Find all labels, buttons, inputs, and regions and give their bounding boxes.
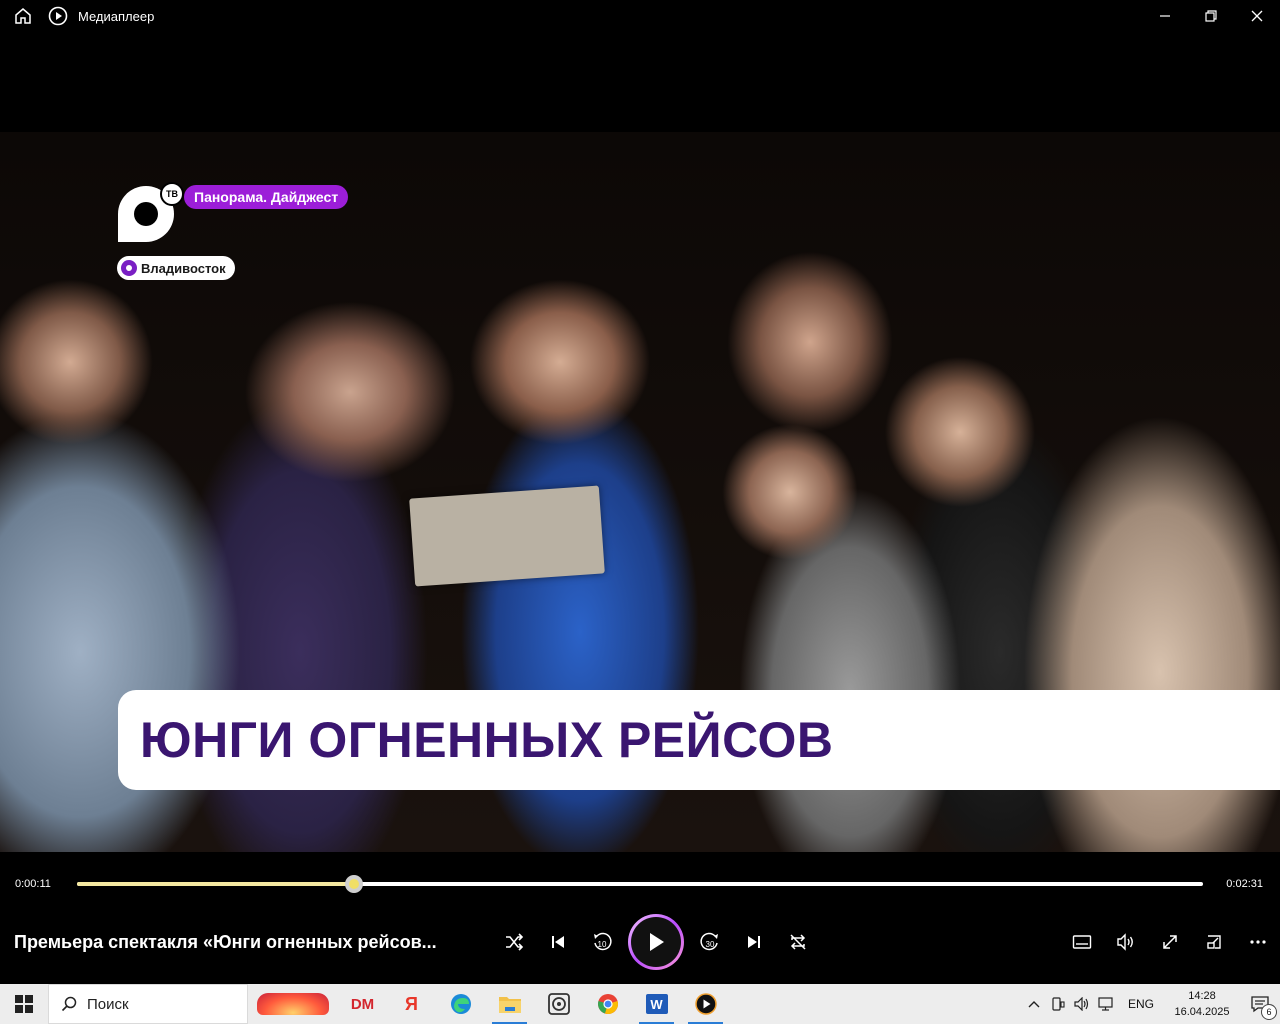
volume-icon: [1117, 933, 1133, 951]
taskbar-app-explorer[interactable]: [485, 984, 534, 1024]
repeat-off-button[interactable]: [776, 920, 820, 964]
location-tag: Владивосток: [117, 256, 235, 280]
taskbar: Поиск DM Я W ENG 14:28 16.04.2025 6: [0, 984, 1280, 1024]
chrome-icon: [597, 994, 618, 1014]
skip-forward-icon: 30: [700, 932, 718, 951]
clock-time: 14:28: [1188, 990, 1216, 1002]
fullscreen-icon: [1163, 935, 1177, 949]
headline-banner: ЮНГИ ОГНЕННЫХ РЕЙСОВ: [118, 690, 1280, 790]
next-button[interactable]: [732, 920, 776, 964]
taskbar-search[interactable]: Поиск: [48, 984, 248, 1024]
dm-app-icon: DM: [350, 995, 375, 1013]
title-bar: Медиаплеер: [0, 0, 1280, 32]
taskbar-app-media-viewer[interactable]: [534, 984, 583, 1024]
svg-text:10: 10: [598, 940, 607, 949]
repeat-off-icon: [790, 934, 806, 950]
network-icon: [1098, 997, 1113, 1011]
minimize-icon: [1160, 15, 1170, 17]
system-tray: ENG 14:28 16.04.2025 6: [1022, 984, 1280, 1024]
search-highlight-icon[interactable]: [248, 984, 338, 1024]
skip-back-icon: 10: [594, 932, 612, 951]
notifications-button[interactable]: 6: [1240, 984, 1280, 1024]
taskbar-app-chrome[interactable]: [583, 984, 632, 1024]
channel-logo: ТВ: [118, 182, 184, 242]
taskbar-app-dm[interactable]: DM: [338, 984, 387, 1024]
close-button[interactable]: [1234, 0, 1280, 32]
svg-text:30: 30: [706, 940, 715, 949]
media-player-app-icon: [48, 6, 68, 26]
taskbar-app-word[interactable]: W: [632, 984, 681, 1024]
app-title: Медиаплеер: [78, 8, 155, 24]
language-indicator[interactable]: ENG: [1128, 997, 1154, 1011]
restore-icon: [1205, 10, 1217, 22]
next-icon: [748, 936, 760, 948]
close-icon: [1251, 10, 1263, 22]
mini-player-icon: [1207, 935, 1221, 949]
subtitles-icon: [1072, 935, 1092, 949]
play-icon: [650, 933, 664, 951]
show-hidden-icons-button[interactable]: [1022, 984, 1046, 1024]
seek-progress: [77, 882, 354, 886]
speaker-icon: [1074, 997, 1089, 1011]
home-button[interactable]: [0, 0, 46, 32]
more-options-button[interactable]: [1236, 920, 1280, 964]
seek-track[interactable]: [77, 875, 1203, 893]
home-icon: [15, 8, 31, 24]
yandex-browser-icon: Я: [405, 993, 418, 1014]
mini-player-button[interactable]: [1192, 920, 1236, 964]
notification-count-badge: 6: [1261, 1004, 1277, 1020]
taskbar-app-yandex[interactable]: Я: [387, 984, 436, 1024]
network-tray-button[interactable]: [1094, 984, 1118, 1024]
previous-button[interactable]: [536, 920, 580, 964]
taskbar-app-edge[interactable]: [436, 984, 485, 1024]
restore-button[interactable]: [1188, 0, 1234, 32]
elapsed-time: 0:00:11: [15, 878, 51, 890]
taskbar-app-media-player[interactable]: [681, 984, 730, 1024]
media-player-icon: [694, 993, 717, 1015]
fullscreen-button[interactable]: [1148, 920, 1192, 964]
device-tray-button[interactable]: [1046, 984, 1070, 1024]
program-tag: Панорама. Дайджест: [184, 185, 349, 209]
file-explorer-icon: [498, 997, 521, 1013]
minimize-button[interactable]: [1142, 0, 1188, 32]
start-button[interactable]: [0, 984, 48, 1024]
clock[interactable]: 14:28 16.04.2025: [1164, 988, 1240, 1020]
shuffle-icon: [506, 933, 524, 951]
subtitles-button[interactable]: [1060, 920, 1104, 964]
location-pin-icon: [121, 260, 137, 276]
video-frame[interactable]: ТВ Панорама. Дайджест Владивосток ЮНГИ О…: [0, 132, 1280, 852]
edge-icon: [450, 994, 471, 1014]
play-button[interactable]: [628, 914, 684, 970]
newspaper-prop: [409, 485, 605, 587]
seek-thumb[interactable]: [344, 875, 363, 893]
search-placeholder: Поиск: [87, 995, 129, 1013]
search-icon: [61, 996, 77, 1012]
skip-forward-button[interactable]: 30: [688, 920, 732, 964]
volume-tray-button[interactable]: [1070, 984, 1094, 1024]
skip-back-button[interactable]: 10: [580, 920, 624, 964]
device-icon: [1052, 997, 1065, 1011]
chevron-up-icon: [1028, 1001, 1040, 1008]
windows-icon: [15, 995, 33, 1013]
total-time: 0:02:31: [1226, 878, 1263, 890]
headline-text: ЮНГИ ОГНЕННЫХ РЕЙСОВ: [140, 712, 834, 768]
media-viewer-icon: [547, 993, 570, 1015]
now-playing-title: Премьера спектакля «Юнги огненных рейсов…: [14, 931, 437, 952]
word-icon: W: [645, 994, 668, 1014]
playback-controls: Премьера спектакля «Юнги огненных рейсов…: [0, 914, 1280, 970]
clock-date: 16.04.2025: [1174, 1006, 1230, 1018]
location-label: Владивосток: [141, 260, 226, 276]
volume-button[interactable]: [1104, 920, 1148, 964]
more-icon: [1250, 940, 1266, 944]
previous-icon: [552, 936, 564, 948]
shuffle-button[interactable]: [492, 920, 536, 964]
seek-bar: 0:00:11 0:02:31: [0, 868, 1280, 900]
